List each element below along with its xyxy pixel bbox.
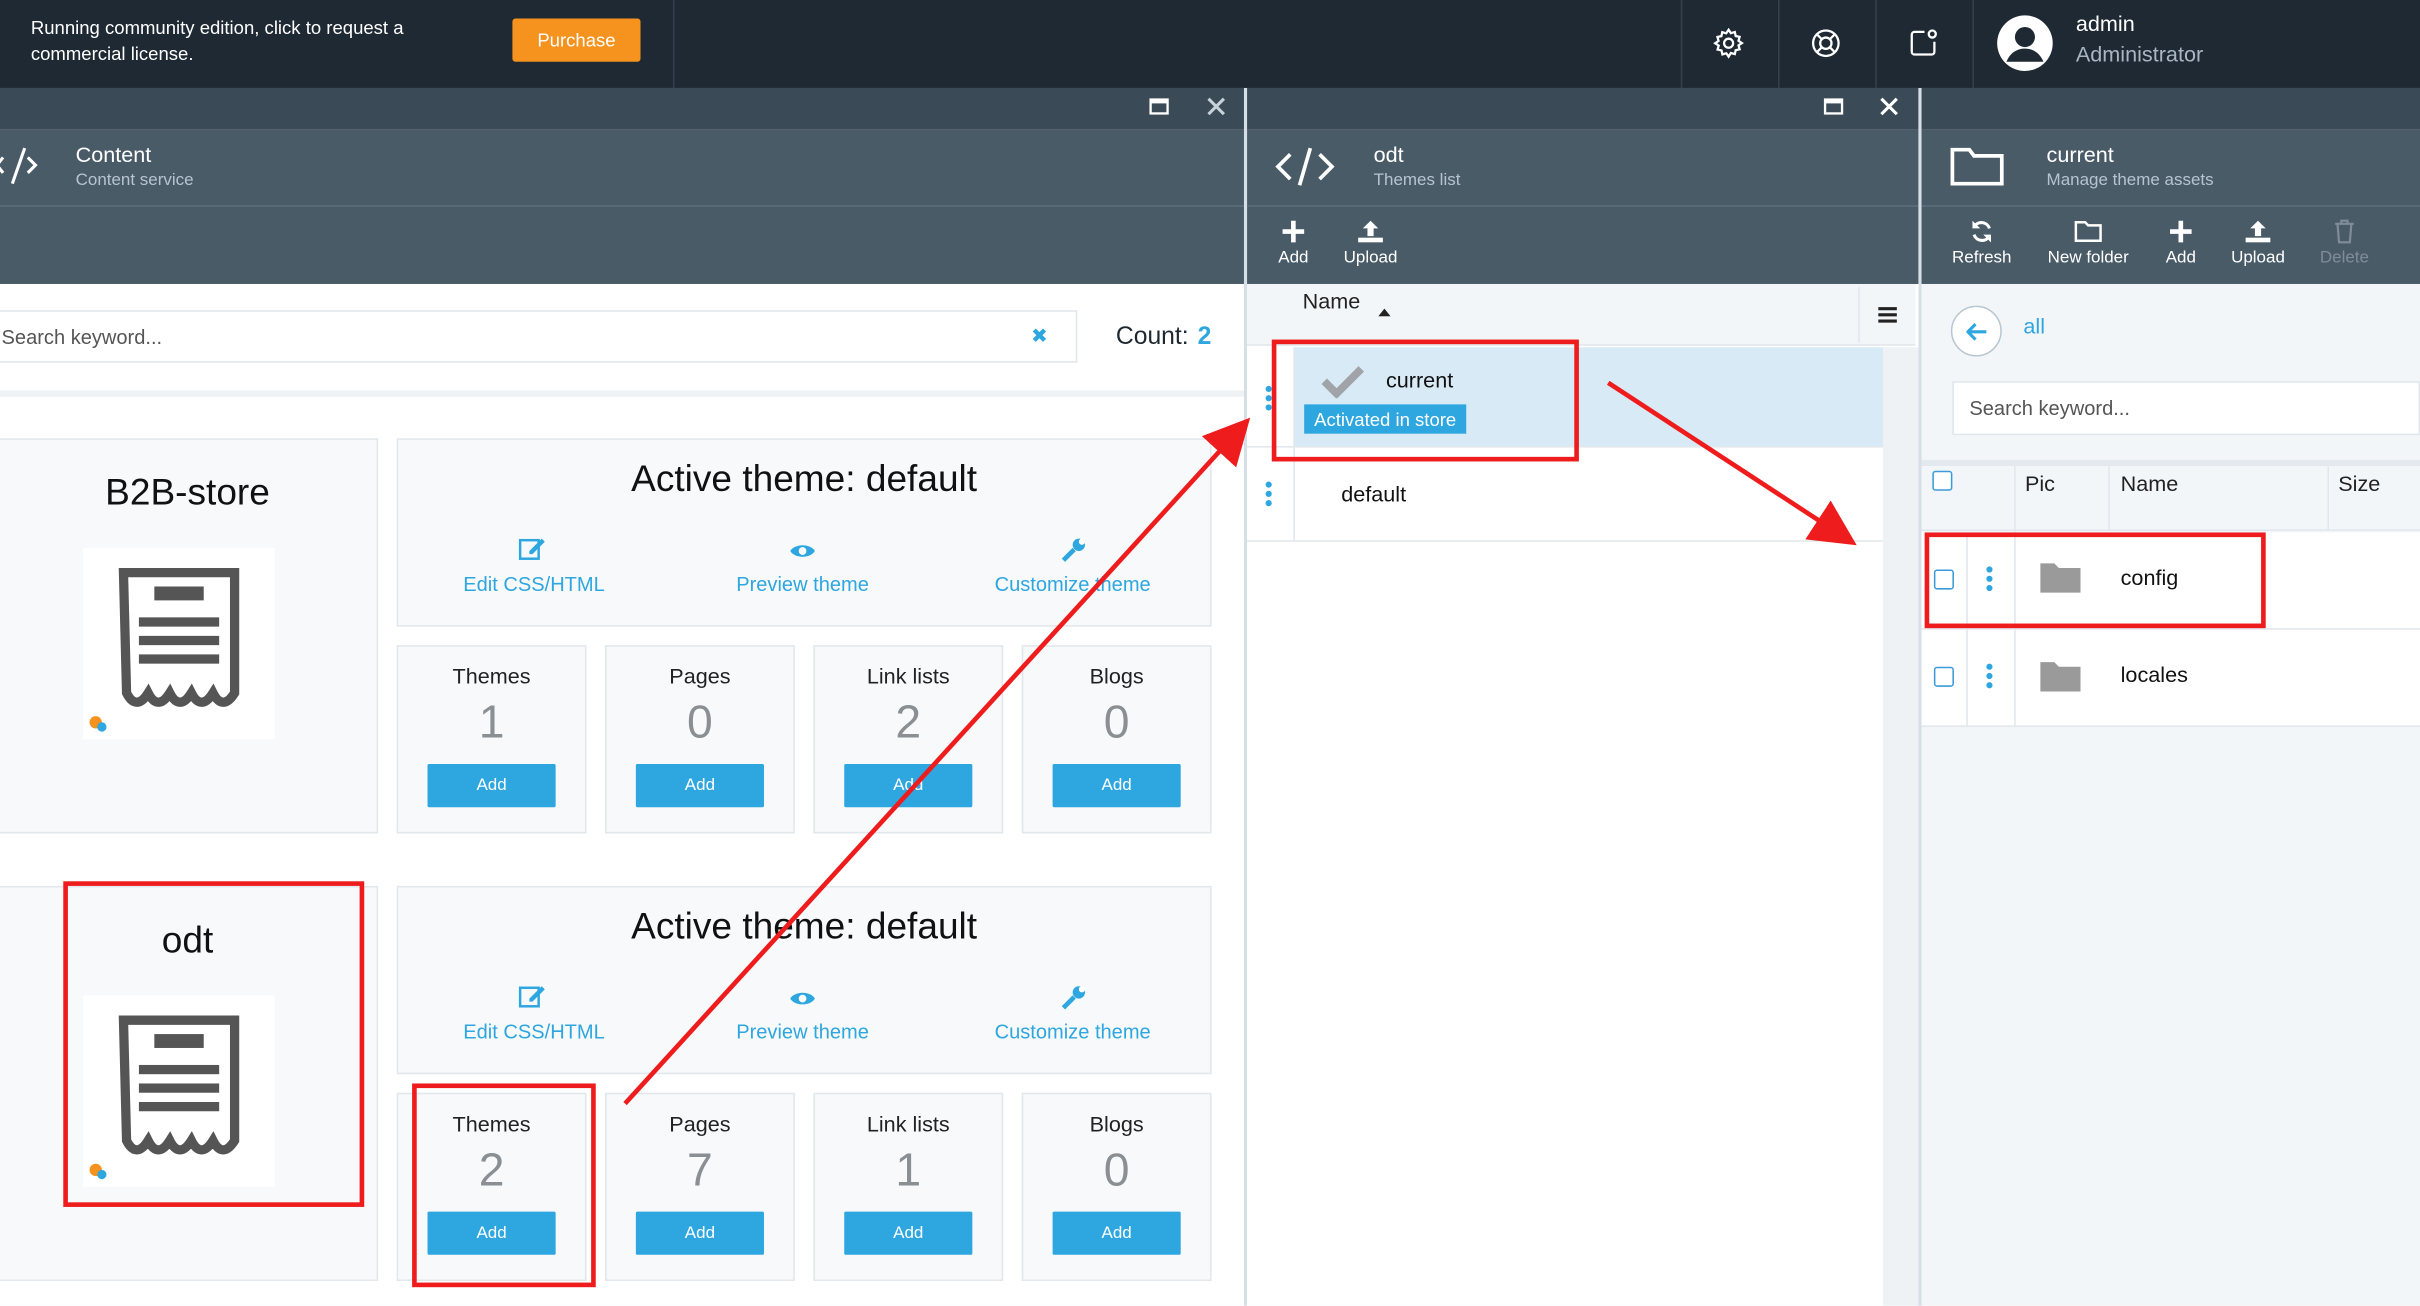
arrow-to-themes-list — [623, 417, 1251, 1106]
arrow-to-assets — [1606, 380, 1857, 546]
annotation-arrows — [623, 380, 1857, 1106]
